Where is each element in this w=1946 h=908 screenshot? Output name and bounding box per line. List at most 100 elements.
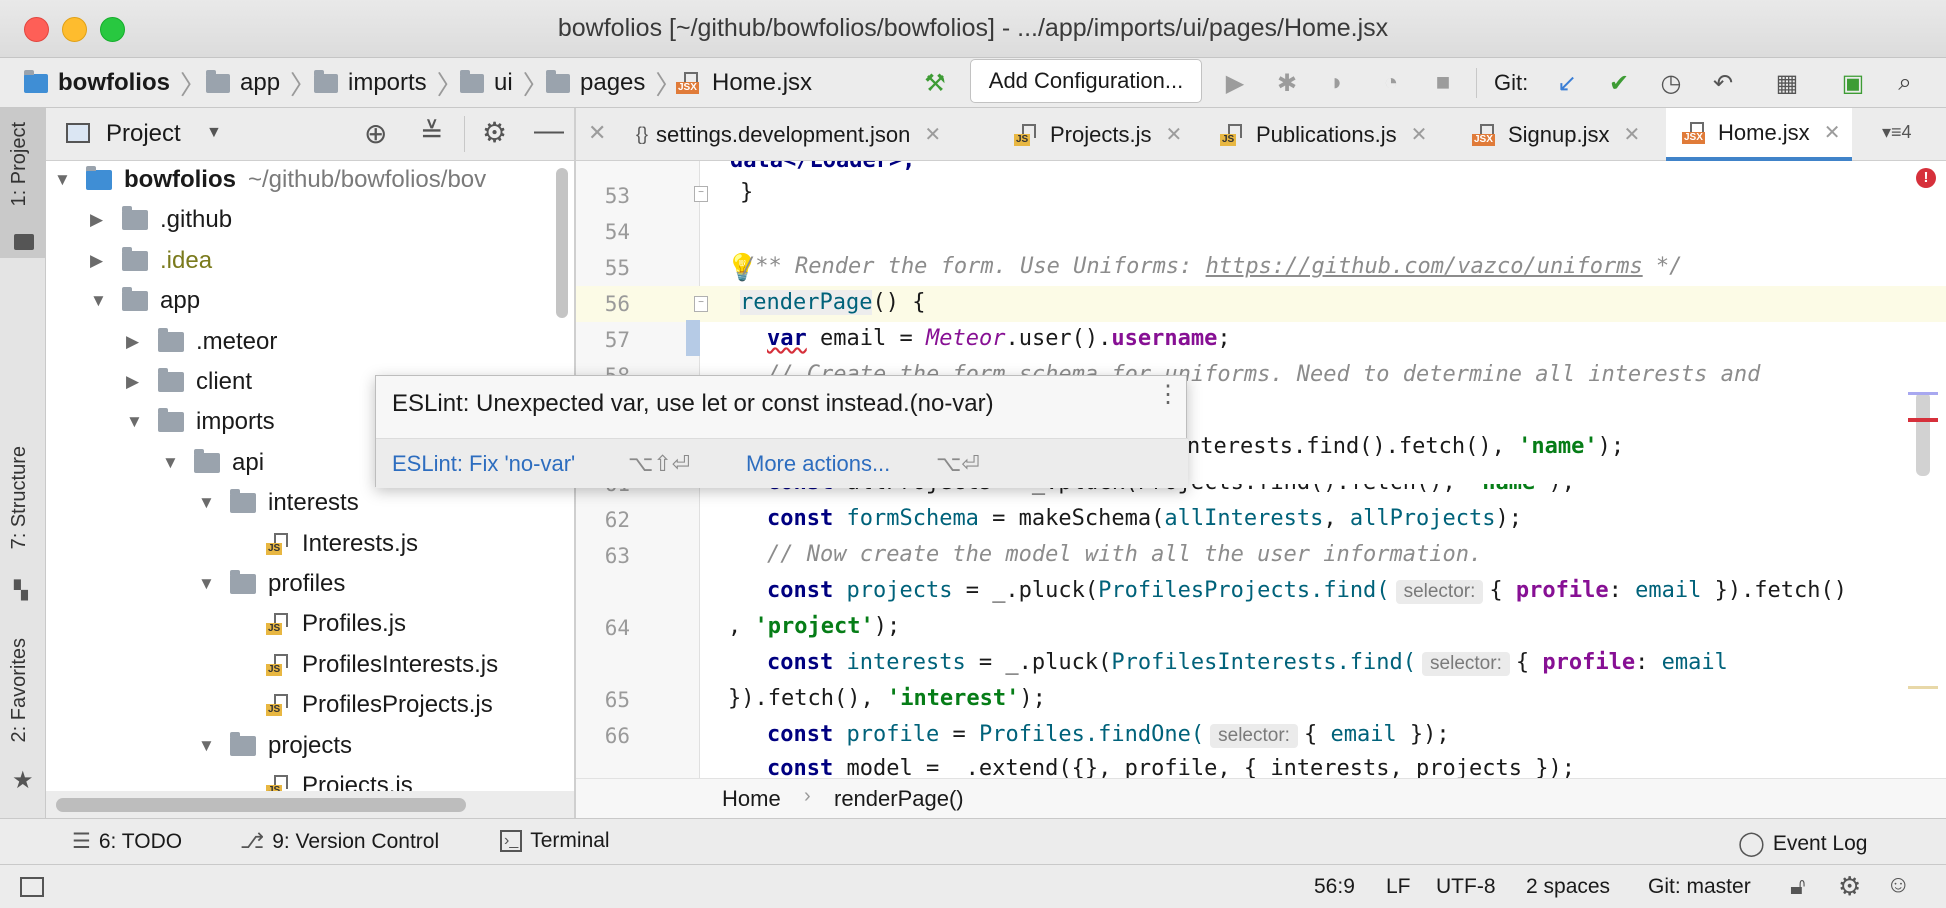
- eslint-fix-link[interactable]: ESLint: Fix 'no-var': [392, 451, 575, 477]
- tree-item-label: .idea: [160, 246, 213, 274]
- tree-item[interactable]: JS ProfilesProjects.js: [234, 686, 493, 724]
- tree-item[interactable]: ▶ .idea: [90, 242, 212, 280]
- tab-overflow-button[interactable]: ▾≡4: [1882, 122, 1912, 143]
- debug-icon[interactable]: ✱: [1270, 66, 1304, 100]
- close-icon[interactable]: ✕: [1624, 122, 1641, 147]
- expanded-arrow-icon[interactable]: ▼: [90, 291, 112, 311]
- tree-item[interactable]: ▼ profiles: [198, 565, 345, 603]
- lock-icon[interactable]: 🔓︎: [1790, 873, 1806, 901]
- breadcrumb-item-renderpage[interactable]: renderPage(): [834, 786, 964, 812]
- close-icon[interactable]: ✕: [1824, 120, 1841, 145]
- tree-item[interactable]: ▶ .github: [90, 201, 232, 239]
- collapsed-arrow-icon[interactable]: ▶: [126, 332, 148, 352]
- chevron-down-icon[interactable]: ▼: [206, 124, 222, 142]
- project-structure-icon[interactable]: ▦: [1770, 66, 1804, 100]
- nav-crumb-pages[interactable]: pages 〉: [546, 58, 691, 108]
- tree-horizontal-scrollbar[interactable]: [56, 798, 466, 812]
- structure-tool-label[interactable]: 7: Structure: [8, 446, 31, 549]
- nav-crumb-file[interactable]: JSX Home.jsx: [676, 58, 812, 108]
- more-options-icon[interactable]: ⋮: [1156, 383, 1180, 407]
- git-history-icon[interactable]: ◷: [1654, 66, 1688, 100]
- hector-icon[interactable]: ☺: [1886, 871, 1911, 899]
- error-indicator-icon[interactable]: !: [1916, 168, 1936, 188]
- run-icon[interactable]: ▶: [1218, 66, 1252, 100]
- folder-icon: [122, 287, 148, 312]
- git-branch[interactable]: Git: master: [1648, 875, 1751, 899]
- expanded-arrow-icon[interactable]: ▼: [126, 412, 148, 432]
- code-token: );: [1597, 434, 1625, 459]
- expanded-arrow-icon[interactable]: ▼: [54, 170, 76, 190]
- tab-projects-js[interactable]: JS Projects.js ✕: [1014, 108, 1182, 161]
- add-configuration-button[interactable]: Add Configuration...: [970, 59, 1202, 103]
- tab-settings-development-json[interactable]: {} settings.development.json ✕: [636, 108, 941, 161]
- file-encoding[interactable]: UTF-8: [1436, 875, 1496, 899]
- todo-tool-button[interactable]: ☰ 6: TODO: [72, 829, 182, 854]
- tree-item[interactable]: JS ProfilesInterests.js: [234, 646, 498, 684]
- locate-file-icon[interactable]: ⊕: [364, 117, 387, 150]
- scroll-marker: [1908, 392, 1938, 395]
- git-rollback-icon[interactable]: ↶: [1706, 66, 1740, 100]
- tree-item[interactable]: ▼ interests: [198, 484, 359, 522]
- code-token: ,: [1323, 506, 1350, 531]
- nav-crumb-app[interactable]: app 〉: [206, 58, 326, 108]
- version-control-tool-button[interactable]: ⎇ 9: Version Control: [240, 829, 439, 854]
- caret-position[interactable]: 56:9: [1314, 875, 1355, 899]
- close-icon[interactable]: ✕: [1165, 122, 1182, 147]
- coverage-icon[interactable]: ◗: [1320, 66, 1354, 100]
- nav-crumb-project[interactable]: bowfolios 〉: [24, 58, 216, 108]
- project-view-selector[interactable]: Project: [106, 120, 181, 148]
- event-log-tool-button[interactable]: ◯ Event Log: [1738, 829, 1867, 858]
- favorites-tool-label[interactable]: 2: Favorites: [8, 638, 31, 742]
- terminal-tool-button[interactable]: ›_ Terminal: [500, 829, 610, 853]
- tree-item[interactable]: JS Interests.js: [234, 525, 418, 563]
- inspection-settings-icon[interactable]: ⚙: [1838, 871, 1861, 902]
- search-icon[interactable]: ⌕: [1888, 66, 1922, 100]
- tab-home-jsx[interactable]: JSX Home.jsx ✕: [1666, 108, 1853, 161]
- editor-scrollbar[interactable]: [1916, 392, 1930, 476]
- tree-item[interactable]: ▼ bowfolios ~/github/bowfolios/bov: [54, 161, 486, 199]
- indent-setting[interactable]: 2 spaces: [1526, 875, 1610, 899]
- fold-marker-icon[interactable]: −: [694, 186, 708, 202]
- tree-item[interactable]: ▼ projects: [198, 727, 352, 765]
- tab-publications-js[interactable]: JS Publications.js ✕: [1220, 108, 1427, 161]
- fold-marker-icon[interactable]: −: [694, 296, 708, 312]
- toggle-tool-windows-icon[interactable]: [20, 877, 44, 897]
- hide-panel-icon[interactable]: —: [534, 114, 564, 148]
- profile-icon[interactable]: ◔: [1374, 66, 1408, 100]
- expanded-arrow-icon[interactable]: ▼: [198, 574, 220, 594]
- tab-signup-jsx[interactable]: JSX Signup.jsx ✕: [1472, 108, 1640, 161]
- expanded-arrow-icon[interactable]: ▼: [198, 736, 220, 756]
- close-icon[interactable]: ✕: [1411, 122, 1428, 147]
- expanded-arrow-icon[interactable]: ▼: [198, 493, 220, 513]
- breadcrumb-item-home[interactable]: Home: [722, 786, 781, 812]
- stop-icon[interactable]: ■: [1426, 66, 1460, 100]
- code-token: ProfilesProjects: [1098, 578, 1311, 603]
- collapsed-arrow-icon[interactable]: ▶: [90, 251, 112, 271]
- tree-item[interactable]: ▶ .meteor: [126, 323, 277, 361]
- git-commit-icon[interactable]: ✔: [1602, 66, 1636, 100]
- tree-item[interactable]: ▼ imports: [126, 403, 275, 441]
- collapsed-arrow-icon[interactable]: ▶: [90, 210, 112, 230]
- close-icon[interactable]: ✕: [924, 122, 941, 147]
- expanded-arrow-icon[interactable]: ▼: [162, 453, 184, 473]
- nav-crumb-imports[interactable]: imports 〉: [314, 58, 473, 108]
- project-tool-label[interactable]: 1: Project: [8, 122, 31, 206]
- gear-icon[interactable]: ⚙: [482, 116, 507, 149]
- line-separator[interactable]: LF: [1386, 875, 1411, 899]
- code-token: = _.pluck(: [965, 650, 1112, 675]
- git-update-icon[interactable]: ↙: [1550, 66, 1584, 100]
- more-actions-link[interactable]: More actions...: [746, 451, 890, 477]
- close-icon[interactable]: ✕: [588, 120, 606, 146]
- tree-item[interactable]: ▼ api: [162, 444, 264, 482]
- tree-item[interactable]: JS Projects.js: [234, 767, 413, 791]
- presentation-mode-icon[interactable]: ▣: [1836, 66, 1870, 100]
- doc-link[interactable]: https://github.com/vazco/uniforms: [1206, 254, 1643, 279]
- tree-item[interactable]: ▼ app: [90, 282, 200, 320]
- tree-item[interactable]: JS Profiles.js: [234, 605, 406, 643]
- collapse-all-icon[interactable]: ≚: [420, 116, 443, 149]
- tree-vertical-scrollbar[interactable]: [556, 168, 568, 318]
- build-hammer-icon[interactable]: ⚒: [918, 66, 952, 100]
- tree-item[interactable]: ▶ client: [126, 363, 252, 401]
- nav-crumb-ui[interactable]: ui 〉: [460, 58, 559, 108]
- collapsed-arrow-icon[interactable]: ▶: [126, 372, 148, 392]
